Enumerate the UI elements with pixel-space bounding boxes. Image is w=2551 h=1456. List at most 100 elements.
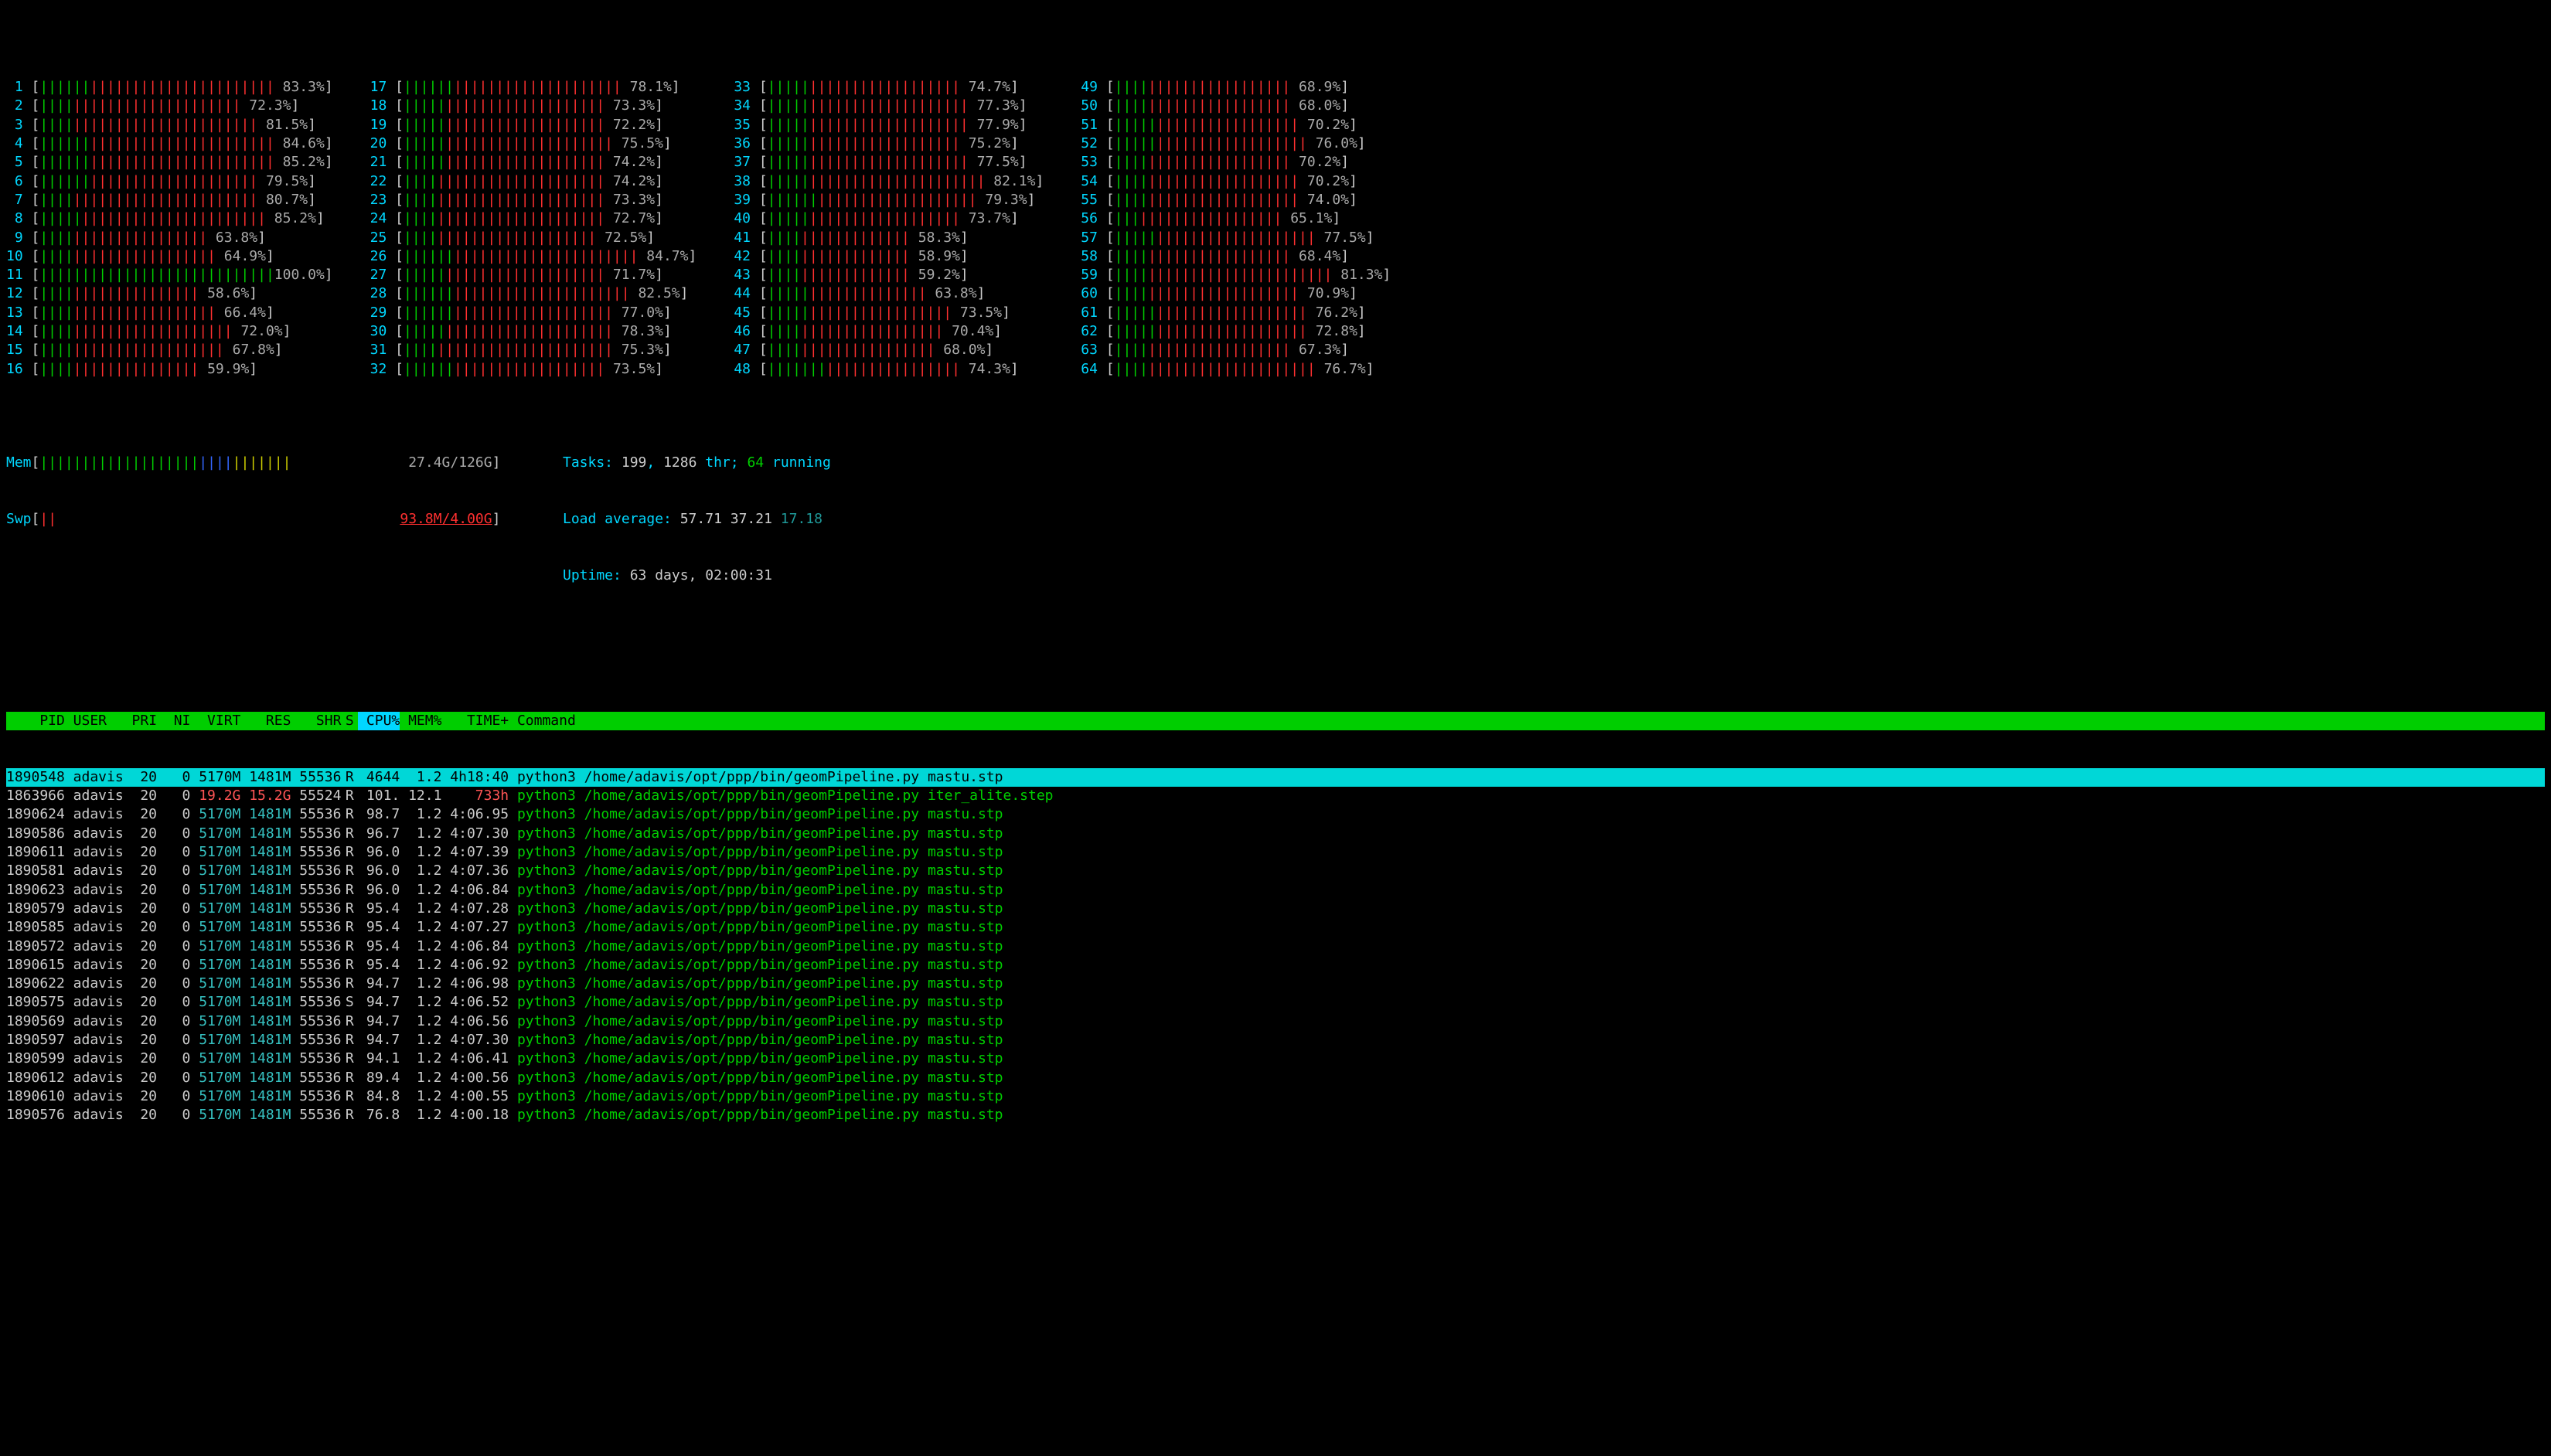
cpu-meter-35: 35 [||||||||||||||||||||||||77.9%] [734, 116, 1044, 134]
process-row[interactable]: 1890611adavis2005170M1481M55536R96.01.24… [6, 843, 2545, 862]
cpu-meter-34: 34 [||||||||||||||||||||||||77.3%] [734, 97, 1044, 115]
cpu-meter-31: 31 [|||||||||||||||||||||||||75.3%] [370, 341, 697, 359]
process-row[interactable]: 1890586adavis2005170M1481M55536R96.71.24… [6, 825, 2545, 843]
col-cpu[interactable]: CPU% [358, 712, 400, 730]
process-row[interactable]: 1890597adavis2005170M1481M55536R94.71.24… [6, 1031, 2545, 1049]
col-cmd[interactable]: Command [509, 712, 576, 730]
cpu-meter-32: 32 [||||||||||||||||||||||||73.5%] [370, 360, 697, 379]
load-average: Load average: 57.71 37.21 17.18 [563, 510, 831, 529]
cpu-meter-15: 15 [|||||||||||||||||||||| 67.8%] [6, 341, 333, 359]
cpu-meter-18: 18 [||||||||||||||||||||||||73.3%] [370, 97, 697, 115]
cpu-meter-17: 17 [||||||||||||||||||||||||||78.1%] [370, 78, 697, 97]
swap-meter: Swp[|| 93.8M/4.00G] [6, 510, 563, 529]
process-row[interactable]: 1890569adavis2005170M1481M55536R94.71.24… [6, 1012, 2545, 1031]
cpu-meter-12: 12 [||||||||||||||||||| 58.6%] [6, 284, 333, 303]
cpu-meter-13: 13 [||||||||||||||||||||| 66.4%] [6, 304, 333, 322]
cpu-meter-46: 46 [||||||||||||||||||||| 70.4%] [734, 322, 1044, 341]
cpu-meter-39: 39 [|||||||||||||||||||||||||79.3%] [734, 191, 1044, 209]
cpu-meter-45: 45 [|||||||||||||||||||||| 73.5%] [734, 304, 1044, 322]
cpu-meter-61: 61 [|||||||||||||||||||||||76.2%] [1081, 304, 1391, 322]
cpu-meter-55: 55 [|||||||||||||||||||||| 74.0%] [1081, 191, 1391, 209]
cpu-meter-23: 23 [||||||||||||||||||||||||73.3%] [370, 191, 697, 209]
cpu-meter-3: 3 [||||||||||||||||||||||||||81.5%] [6, 116, 333, 134]
cpu-meter-6: 6 [||||||||||||||||||||||||||79.5%] [6, 172, 333, 191]
process-row[interactable]: 1890575adavis2005170M1481M55536S94.71.24… [6, 993, 2545, 1012]
process-row[interactable]: 1890610adavis2005170M1481M55536R84.81.24… [6, 1087, 2545, 1106]
process-row[interactable]: 1890599adavis2005170M1481M55536R94.11.24… [6, 1049, 2545, 1068]
cpu-meter-63: 63 [||||||||||||||||||||| 67.3%] [1081, 341, 1391, 359]
cpu-meter-52: 52 [|||||||||||||||||||||||76.0%] [1081, 134, 1391, 153]
process-row[interactable]: 1890623adavis2005170M1481M55536R96.01.24… [6, 881, 2545, 900]
process-row[interactable]: 1890581adavis2005170M1481M55536R96.01.24… [6, 862, 2545, 880]
cpu-meter-56: 56 [|||||||||||||||||||| 65.1%] [1081, 209, 1391, 228]
cpu-meter-40: 40 [|||||||||||||||||||||||73.7%] [734, 209, 1044, 228]
cpu-meter-41: 41 [||||||||||||||||| 58.3%] [734, 229, 1044, 247]
cpu-meter-44: 44 [||||||||||||||||||| 63.8%] [734, 284, 1044, 303]
cpu-meter-28: 28 [|||||||||||||||||||||||||||82.5%] [370, 284, 697, 303]
process-row[interactable]: 1890624adavis2005170M1481M55536R98.71.24… [6, 805, 2545, 824]
cpu-meter-21: 21 [||||||||||||||||||||||||74.2%] [370, 153, 697, 172]
cpu-meter-7: 7 [||||||||||||||||||||||||||80.7%] [6, 191, 333, 209]
process-row[interactable]: 1890585adavis2005170M1481M55536R95.41.24… [6, 918, 2545, 937]
cpu-meter-54: 54 [|||||||||||||||||||||| 70.2%] [1081, 172, 1391, 191]
cpu-meter-60: 60 [|||||||||||||||||||||| 70.9%] [1081, 284, 1391, 303]
cpu-meter-9: 9 [|||||||||||||||||||| 63.8%] [6, 229, 333, 247]
cpu-meter-2: 2 [||||||||||||||||||||||||72.3%] [6, 97, 333, 115]
cpu-meter-48: 48 [|||||||||||||||||||||||74.3%] [734, 360, 1044, 379]
cpu-meter-8: 8 [|||||||||||||||||||||||||||85.2%] [6, 209, 333, 228]
cpu-meter-47: 47 [|||||||||||||||||||| 68.0%] [734, 341, 1044, 359]
cpu-meter-33: 33 [|||||||||||||||||||||||74.7%] [734, 78, 1044, 97]
memory-meter: Mem[|||||||||||||||||||||||||||||| 27.4G… [6, 454, 563, 472]
col-user[interactable]: USER [65, 712, 124, 730]
col-res[interactable]: RES [240, 712, 291, 730]
cpu-meter-64: 64 [||||||||||||||||||||||||76.7%] [1081, 360, 1391, 379]
col-pri[interactable]: PRI [124, 712, 157, 730]
col-s[interactable]: S [341, 712, 358, 730]
process-row[interactable]: 1890579adavis2005170M1481M55536R95.41.24… [6, 900, 2545, 918]
cpu-meter-42: 42 [||||||||||||||||| 58.9%] [734, 247, 1044, 266]
process-row[interactable]: 1890548adavis2005170M1481M55536R46441.24… [6, 768, 2545, 787]
cpu-meter-58: 58 [||||||||||||||||||||| 68.4%] [1081, 247, 1391, 266]
cpu-meter-11: 11 [||||||||||||||||||||||||||||100.0%] [6, 266, 333, 284]
col-ni[interactable]: NI [157, 712, 190, 730]
tasks-summary: Tasks: 199, 1286 thr; 64 running [563, 454, 831, 472]
cpu-meter-36: 36 [|||||||||||||||||||||||75.2%] [734, 134, 1044, 153]
col-time[interactable]: TIME+ [441, 712, 509, 730]
cpu-meter-53: 53 [||||||||||||||||||||| 70.2%] [1081, 153, 1391, 172]
cpu-meter-1: 1 [||||||||||||||||||||||||||||83.3%] [6, 78, 333, 97]
cpu-meter-10: 10 [||||||||||||||||||||| 64.9%] [6, 247, 333, 266]
cpu-meter-26: 26 [||||||||||||||||||||||||||||84.7%] [370, 247, 697, 266]
cpu-meter-5: 5 [||||||||||||||||||||||||||||85.2%] [6, 153, 333, 172]
process-row[interactable]: 1890615adavis2005170M1481M55536R95.41.24… [6, 956, 2545, 975]
process-row[interactable]: 1890622adavis2005170M1481M55536R94.71.24… [6, 975, 2545, 993]
cpu-meter-62: 62 [|||||||||||||||||||||||72.8%] [1081, 322, 1391, 341]
process-row[interactable]: 1863966adavis20019.2G15.2G55524R101.12.1… [6, 787, 2545, 805]
cpu-meter-50: 50 [||||||||||||||||||||| 68.0%] [1081, 97, 1391, 115]
col-virt[interactable]: VIRT [190, 712, 240, 730]
cpu-meter-19: 19 [||||||||||||||||||||||||72.2%] [370, 116, 697, 134]
cpu-meter-16: 16 [||||||||||||||||||| 59.9%] [6, 360, 333, 379]
process-table-header[interactable]: PID USER PRI NI VIRT RES SHR S CPU% MEM%… [6, 712, 2545, 730]
cpu-meter-20: 20 [|||||||||||||||||||||||||75.5%] [370, 134, 697, 153]
col-mem[interactable]: MEM% [400, 712, 441, 730]
col-pid[interactable]: PID [6, 712, 65, 730]
process-row[interactable]: 1890572adavis2005170M1481M55536R95.41.24… [6, 937, 2545, 956]
process-table[interactable]: 1890548adavis2005170M1481M55536R46441.24… [6, 768, 2545, 1125]
cpu-meter-22: 22 [||||||||||||||||||||||||74.2%] [370, 172, 697, 191]
cpu-meter-38: 38 [||||||||||||||||||||||||||82.1%] [734, 172, 1044, 191]
cpu-meters: 1 [||||||||||||||||||||||||||||83.3%] 2 … [6, 78, 2545, 379]
cpu-meter-14: 14 [|||||||||||||||||||||||72.0%] [6, 322, 333, 341]
cpu-meter-27: 27 [||||||||||||||||||||||||71.7%] [370, 266, 697, 284]
cpu-meter-51: 51 [|||||||||||||||||||||| 70.2%] [1081, 116, 1391, 134]
cpu-meter-59: 59 [||||||||||||||||||||||||||81.3%] [1081, 266, 1391, 284]
process-row[interactable]: 1890576adavis2005170M1481M55536R76.81.24… [6, 1106, 2545, 1124]
process-row[interactable]: 1890612adavis2005170M1481M55536R89.41.24… [6, 1069, 2545, 1087]
cpu-meter-25: 25 [|||||||||||||||||||||||72.5%] [370, 229, 697, 247]
cpu-meter-30: 30 [|||||||||||||||||||||||||78.3%] [370, 322, 697, 341]
cpu-meter-43: 43 [||||||||||||||||| 59.2%] [734, 266, 1044, 284]
col-shr[interactable]: SHR [291, 712, 341, 730]
uptime: Uptime: 63 days, 02:00:31 [563, 566, 831, 585]
cpu-meter-24: 24 [||||||||||||||||||||||||72.7%] [370, 209, 697, 228]
cpu-meter-4: 4 [||||||||||||||||||||||||||||84.6%] [6, 134, 333, 153]
cpu-meter-37: 37 [||||||||||||||||||||||||77.5%] [734, 153, 1044, 172]
